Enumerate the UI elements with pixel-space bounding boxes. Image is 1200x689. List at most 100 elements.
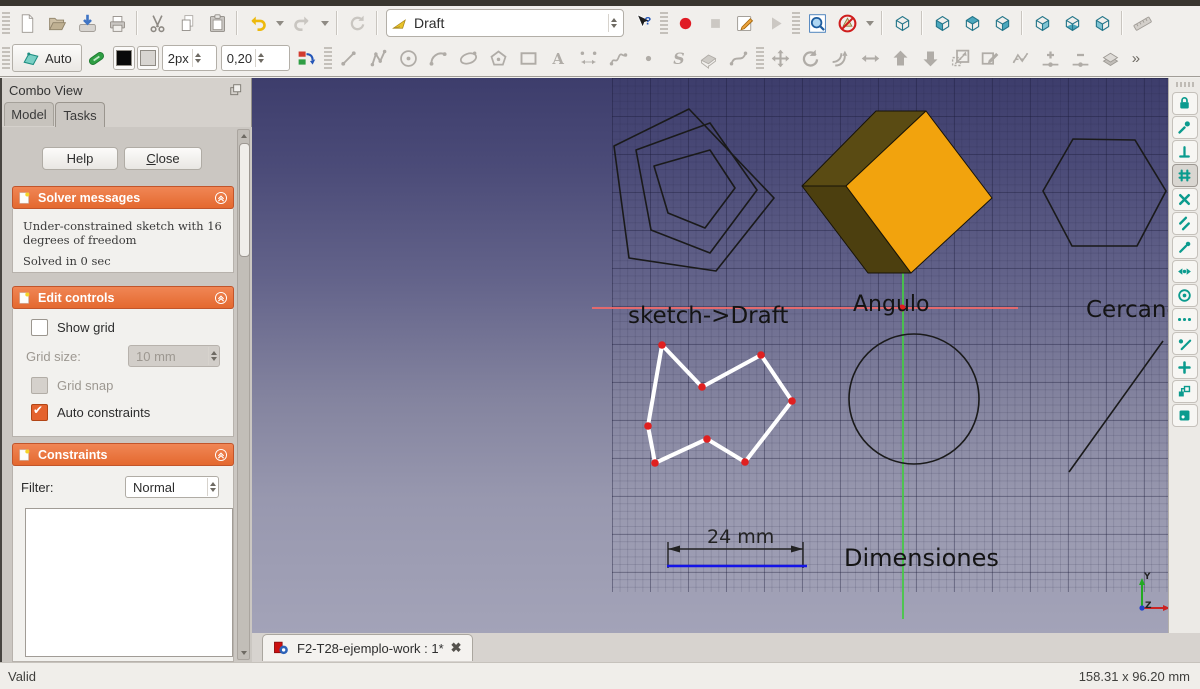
rotate-button[interactable]: [796, 44, 826, 72]
float-panel-icon[interactable]: [229, 83, 243, 97]
toolbar-handle[interactable]: [2, 47, 10, 69]
view-left-button[interactable]: [1087, 9, 1117, 37]
document-tab[interactable]: F2-T28-ejemplo-work : 1* ✖: [262, 634, 473, 661]
pentagon-offsets-sketch[interactable]: [614, 109, 774, 271]
draft-polyline-button[interactable]: [364, 44, 394, 72]
map-mode-button[interactable]: [1172, 380, 1198, 403]
draft-point-button[interactable]: [634, 44, 664, 72]
toolbar-handle[interactable]: [2, 12, 10, 34]
scale-button[interactable]: [946, 44, 976, 72]
toolbar-overflow[interactable]: »: [1132, 50, 1140, 67]
view-bottom-button[interactable]: [1057, 9, 1087, 37]
toolbar-handle[interactable]: [756, 47, 764, 69]
redo-dropdown[interactable]: [317, 9, 332, 37]
macro-stop-button[interactable]: [700, 9, 730, 37]
apply-style-button[interactable]: [292, 44, 322, 72]
undo-button[interactable]: [242, 9, 272, 37]
downgrade-button[interactable]: [916, 44, 946, 72]
spin-arrows[interactable]: [255, 49, 266, 67]
draft-polygon-button[interactable]: [484, 44, 514, 72]
text-dimensiones[interactable]: Dimensiones: [844, 544, 999, 572]
draft-bspline-button[interactable]: [604, 44, 634, 72]
zoom-fit-button[interactable]: [802, 9, 832, 37]
text-scale-spinbox[interactable]: 0,20: [221, 45, 290, 71]
polyline-sketch[interactable]: [644, 341, 796, 467]
internal-grid-button[interactable]: [1172, 164, 1198, 187]
toolbar-handle[interactable]: [660, 12, 668, 34]
edit-button[interactable]: [976, 44, 1006, 72]
collapse-icon[interactable]: [214, 291, 228, 305]
draw-style-button[interactable]: [832, 9, 862, 37]
filter-spin-arrows[interactable]: [207, 478, 218, 496]
whats-this-button[interactable]: ?: [628, 9, 658, 37]
view-top-button[interactable]: [957, 9, 987, 37]
symmetric-button[interactable]: [1172, 260, 1198, 283]
parallel-button[interactable]: [1172, 212, 1198, 235]
move-button[interactable]: [766, 44, 796, 72]
tangent-button[interactable]: [1172, 236, 1198, 259]
close-button[interactable]: Close: [124, 147, 202, 170]
draft-rectangle-button[interactable]: [514, 44, 544, 72]
view-rear-button[interactable]: [1027, 9, 1057, 37]
add-point-button[interactable]: [1036, 44, 1066, 72]
cut-button[interactable]: [142, 9, 172, 37]
block-button[interactable]: [1172, 116, 1198, 139]
close-x-button[interactable]: [1172, 188, 1198, 211]
hexagon-sketch[interactable]: [1043, 139, 1166, 246]
draft-bezier-button[interactable]: [724, 44, 754, 72]
macro-play-button[interactable]: [760, 9, 790, 37]
refresh-button[interactable]: [342, 9, 372, 37]
copy-button[interactable]: [172, 9, 202, 37]
scroll-down-arrow[interactable]: [238, 647, 249, 659]
view-right-button[interactable]: [987, 9, 1017, 37]
combo-spin-arrows[interactable]: [608, 14, 619, 32]
draft-dimension-button[interactable]: [574, 44, 604, 72]
lock-button[interactable]: [1172, 92, 1198, 115]
constraints-filter-select[interactable]: Normal: [125, 476, 219, 498]
help-button[interactable]: Help: [42, 147, 118, 170]
offset-button[interactable]: [826, 44, 856, 72]
working-plane-auto-button[interactable]: Auto: [12, 44, 82, 72]
face-color-button[interactable]: [137, 46, 159, 70]
toolbar-handle[interactable]: [792, 12, 800, 34]
viewport-3d[interactable]: sketch->Draft Angulo Cercano Dimensiones…: [252, 78, 1200, 633]
draft-text-button[interactable]: A: [544, 44, 574, 72]
scrollbar-thumb[interactable]: [239, 143, 250, 257]
draft-to-sketch-button[interactable]: [1096, 44, 1126, 72]
toolbar-handle[interactable]: [324, 47, 332, 69]
draft-ellipse-button[interactable]: [454, 44, 484, 72]
open-document-button[interactable]: [42, 9, 72, 37]
draw-style-dropdown[interactable]: [862, 9, 877, 37]
new-document-button[interactable]: [12, 9, 42, 37]
tab-close-button[interactable]: ✖: [451, 640, 462, 656]
collapse-icon[interactable]: [214, 448, 228, 462]
paste-button[interactable]: [202, 9, 232, 37]
edit-controls-header[interactable]: Edit controls: [12, 286, 234, 309]
spin-arrows[interactable]: [192, 49, 203, 67]
line-width-spinbox[interactable]: 2px: [162, 45, 217, 71]
save-document-button[interactable]: [72, 9, 102, 37]
print-document-button[interactable]: [102, 9, 132, 37]
point-on-line-button[interactable]: [1172, 332, 1198, 355]
auto-constraints-checkbox[interactable]: [31, 404, 48, 421]
show-grid-checkbox[interactable]: [31, 319, 48, 336]
dimension-value-label[interactable]: 24 mm: [707, 526, 774, 548]
plus-button[interactable]: [1172, 356, 1198, 379]
draft-shapestring-button[interactable]: S: [664, 44, 694, 72]
tab-model[interactable]: Model: [4, 102, 54, 126]
workbench-selector[interactable]: Draft: [386, 9, 624, 37]
scroll-up-arrow[interactable]: [238, 130, 249, 142]
upgrade-button[interactable]: [886, 44, 916, 72]
tab-tasks[interactable]: Tasks: [55, 102, 105, 127]
view-axonometric-button[interactable]: [887, 9, 917, 37]
text-sketch-draft[interactable]: sketch->Draft: [628, 303, 788, 329]
remove-point-button[interactable]: [1066, 44, 1096, 72]
text-cercano[interactable]: Cercano: [1086, 297, 1181, 323]
more-button[interactable]: [1172, 308, 1198, 331]
redo-button[interactable]: [287, 9, 317, 37]
draft-circle-button[interactable]: [394, 44, 424, 72]
constraints-list[interactable]: [25, 508, 233, 657]
diagonal-line-sketch[interactable]: [1069, 341, 1163, 472]
measure-button[interactable]: [1127, 9, 1157, 37]
view-front-button[interactable]: [927, 9, 957, 37]
